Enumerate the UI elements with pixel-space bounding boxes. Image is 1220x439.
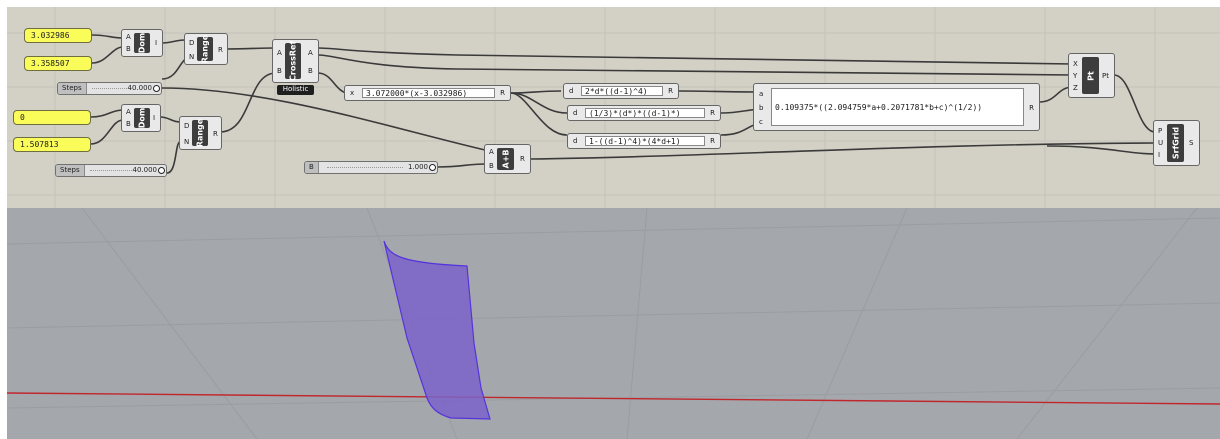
input-label-a: A [126,108,131,116]
input-label-n: N [184,138,190,146]
input-label-u: U [1158,139,1164,147]
component-name: Range [200,34,210,64]
slider-value: 40.000 [127,84,153,92]
cross-reference-component[interactable]: A B CrossRef A B [272,39,319,83]
surface-grid-component[interactable]: P U I SrfGrid S [1153,120,1200,166]
output-label: R [710,109,715,117]
slider-handle-icon[interactable] [158,167,165,174]
output-label: R [500,89,505,97]
input-label-b: B [277,67,282,75]
component-name: CrossRef [288,41,298,81]
input-label-x: X [1073,60,1078,68]
component-name: Dom [137,32,147,54]
input-label-b: b [759,104,764,112]
input-label-b: B [489,162,494,170]
x-axis-line [7,392,1220,405]
slider-label: Steps [56,165,85,176]
b-slider[interactable]: B 1.000 [304,161,438,174]
construct-domain-component-2[interactable]: A B Dom I [121,104,161,132]
component-name: SrfGrid [1171,126,1180,160]
expression-component-5[interactable]: a b c 0.109375*((2.094759*a+0.2071781*b+… [753,83,1040,131]
holistic-tag: Holistic [277,85,314,95]
slider-track[interactable] [327,167,403,169]
expression-component-1[interactable]: x 3.072000*(x-3.032986) R [344,85,511,101]
surface-shape[interactable] [383,240,491,420]
steps-slider-2[interactable]: Steps 40.000 [55,164,167,177]
component-name: Pt [1086,70,1095,81]
slider-handle-icon[interactable] [429,164,436,171]
component-name: Range [195,118,205,148]
number-panel-a1[interactable]: 3.032986 [24,28,92,43]
expression-component-3[interactable]: d (1/3)*(d*)*((d-1)*) R [567,105,721,121]
slider-track[interactable] [92,88,127,90]
rhino-viewport[interactable] [7,208,1220,439]
input-label-c: c [759,118,763,126]
expression-formula: 1-((d-1)^4)*(4*d+1) [585,136,705,146]
input-label-a: A [489,148,494,156]
input-label-i: I [1158,151,1161,159]
slider-value: 1.000 [407,163,428,171]
expression-component-4[interactable]: d 1-((d-1)^4)*(4*d+1) R [567,133,721,149]
input-label-a: A [277,49,282,57]
input-label-n: N [189,53,195,61]
input-label-b: B [126,45,131,53]
slider-handle-icon[interactable] [153,85,160,92]
output-label: Pt [1102,72,1109,80]
slider-label: B [305,162,319,173]
output-label: R [710,137,715,145]
input-label-d: d [573,137,578,145]
expression-formula: (1/3)*(d*)*((d-1)*) [585,108,705,118]
expression-formula: 2*d*((d-1)^4) [581,86,663,96]
input-label-y: Y [1073,72,1078,80]
input-label-x: x [350,89,355,97]
input-label-z: Z [1073,84,1078,92]
output-label: S [1189,139,1194,147]
node-canvas[interactable]: 3.032986 3.358507 0 1.507813 Steps 40.00… [7,7,1220,208]
output-label: I [155,39,158,47]
slider-label: Steps [58,83,87,94]
output-label-b: B [308,67,313,75]
construct-domain-component-1[interactable]: A B Dom I [121,29,163,57]
output-label: R [520,155,525,163]
input-label-p: P [1158,127,1163,135]
range-component-2[interactable]: D N Range R [179,116,222,150]
addition-component[interactable]: A B A+B R [484,144,531,174]
expression-formula: 3.072000*(x-3.032986) [362,88,495,98]
number-panel-a2[interactable]: 0 [13,110,91,125]
number-panel-b2[interactable]: 1.507813 [13,137,91,152]
input-label-d: d [569,87,574,95]
component-name: Dom [137,107,147,129]
input-label-d: d [573,109,578,117]
input-label-a: A [126,33,131,41]
slider-value: 40.000 [132,166,158,174]
expression-component-2[interactable]: d 2*d*((d-1)^4) R [563,83,679,99]
input-label-d: D [184,122,190,130]
number-panel-b1[interactable]: 3.358507 [24,56,92,71]
input-label-b: B [126,120,131,128]
input-label-d: D [189,39,195,47]
steps-slider-1[interactable]: Steps 40.000 [57,82,162,95]
viewport-scene [7,208,1220,439]
output-label: R [218,46,223,54]
range-component-1[interactable]: D N Range R [184,33,228,65]
output-label: R [1029,104,1034,112]
input-label-a: a [759,90,764,98]
output-label: R [668,87,673,95]
component-name: A+B [501,149,510,169]
output-label: I [153,114,156,122]
output-label: R [213,130,218,138]
construct-point-component[interactable]: X Y Z Pt Pt [1068,53,1115,98]
slider-track[interactable] [90,170,132,172]
expression-formula: 0.109375*((2.094759*a+0.2071781*b+c)^(1/… [771,88,1024,126]
output-label-a: A [308,49,313,57]
